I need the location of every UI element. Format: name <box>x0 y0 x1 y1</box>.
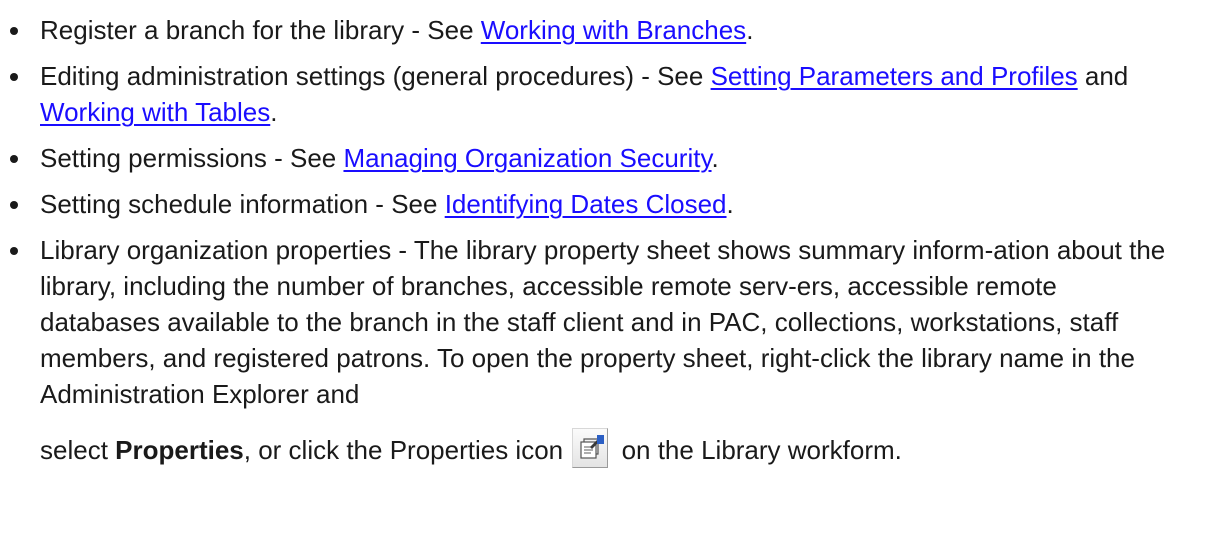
item-text: Library organization properties - The li… <box>40 235 1166 409</box>
properties-bold-text: Properties <box>115 435 244 465</box>
link-working-with-tables[interactable]: Working with Tables <box>40 97 270 127</box>
link-setting-parameters-and-profiles[interactable]: Setting Parameters and Profiles <box>711 61 1078 91</box>
item-text: , or click the Properties icon <box>243 435 571 465</box>
item-text: select <box>40 435 116 465</box>
item-text: Setting permissions - See <box>40 143 344 173</box>
item-text: . <box>270 97 278 127</box>
link-identifying-dates-closed[interactable]: Identifying Dates Closed <box>445 189 727 219</box>
item-text: Editing administration settings (general… <box>40 61 711 91</box>
list-item: Register a branch for the library - See … <box>0 12 1215 48</box>
item-text: . <box>746 15 754 45</box>
link-managing-organization-security[interactable]: Managing Organization Security <box>343 143 711 173</box>
bullet-icon <box>10 247 18 255</box>
item-last-line: select Properties, or click the Properti… <box>40 428 1183 472</box>
document-page: Register a branch for the library - See … <box>0 0 1215 535</box>
item-text: and <box>1077 61 1129 91</box>
item-text: . <box>726 189 734 219</box>
bullet-icon <box>10 27 18 35</box>
properties-icon-graphic <box>580 435 605 459</box>
list-item: Setting permissions - See Managing Organ… <box>0 140 1215 176</box>
properties-icon[interactable] <box>572 428 609 469</box>
list-item: Editing administration settings (general… <box>0 58 1215 130</box>
list-item: Library organization properties - The li… <box>0 232 1215 472</box>
item-text: . <box>711 143 719 173</box>
item-text: on the Library workform. <box>614 435 902 465</box>
bullet-list: Register a branch for the library - See … <box>0 12 1215 482</box>
list-item: Setting schedule information - See Ident… <box>0 186 1215 222</box>
bullet-icon <box>10 155 18 163</box>
bullet-icon <box>10 73 18 81</box>
item-text: Setting schedule information - See <box>40 189 445 219</box>
bullet-icon <box>10 201 18 209</box>
item-text: Register a branch for the library - See <box>40 15 481 45</box>
link-working-with-branches[interactable]: Working with Branches <box>481 15 746 45</box>
